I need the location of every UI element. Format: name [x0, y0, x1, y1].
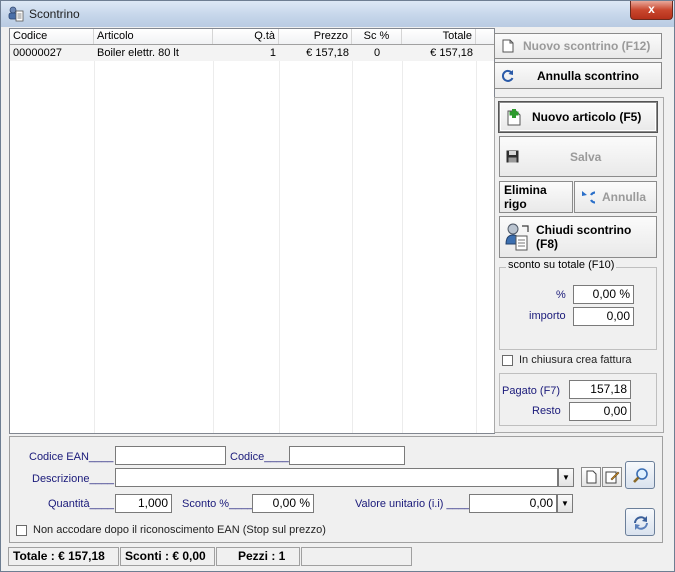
column-header-prezzo[interactable]: Prezzo [279, 29, 352, 44]
cancel-receipt-button[interactable]: Annulla scontrino [494, 62, 662, 89]
quantity-input[interactable]: 1,000 [115, 494, 172, 513]
discount-percent-entry-input[interactable]: 0,00 % [252, 494, 314, 513]
cell-articolo: Boiler elettr. 80 lt [97, 47, 179, 59]
discount-amount-label: importo [529, 310, 566, 322]
receipt-grid[interactable]: Codice Articolo Q.tà Prezzo Sc % Totale … [9, 28, 495, 434]
column-header-totale[interactable]: Totale [402, 29, 476, 44]
chevron-down-icon: ▼ [561, 499, 569, 508]
change-label: Resto [532, 405, 561, 417]
table-row[interactable]: 00000027 Boiler elettr. 80 lt 1 € 157,18… [10, 45, 494, 61]
edit-document-icon [605, 471, 620, 484]
redo-icon [582, 191, 595, 204]
description-dropdown-button[interactable]: ▼ [558, 468, 574, 487]
stop-on-price-checkbox[interactable] [16, 525, 27, 536]
code-label: Codice____ [230, 451, 289, 463]
save-button[interactable]: Salva [499, 136, 657, 177]
ean-code-label: Codice EAN____ [29, 451, 114, 463]
new-document-icon [586, 470, 597, 484]
paid-label: Pagato (F7) [502, 385, 561, 397]
description-label: Descrizione____ [32, 473, 114, 485]
create-invoice-label: In chiusura crea fattura [519, 354, 632, 366]
paid-input[interactable]: 157,18 [569, 380, 631, 399]
cell-quantita: 1 [269, 47, 276, 59]
stop-on-price-label: Non accodare dopo il riconoscimento EAN … [33, 524, 326, 536]
search-product-button[interactable] [625, 461, 655, 489]
undo-icon [501, 69, 514, 82]
grid-header: Codice Articolo Q.tà Prezzo Sc % Totale [10, 29, 494, 45]
chevron-down-icon: ▼ [562, 473, 570, 482]
change-input[interactable]: 0,00 [569, 402, 631, 421]
ean-code-input[interactable] [115, 446, 226, 465]
cell-sconto: 0 [373, 47, 381, 59]
column-header-codice[interactable]: Codice [10, 29, 94, 44]
close-receipt-button[interactable]: Chiudi scontrino (F8) [499, 216, 657, 258]
new-document-icon [502, 39, 514, 53]
new-product-button[interactable] [581, 467, 601, 487]
title-bar: Scontrino x [1, 1, 674, 27]
new-receipt-label: Nuovo scontrino (F12) [523, 39, 651, 53]
discount-percent-input[interactable]: 0,00 % [573, 285, 634, 304]
refresh-button[interactable] [625, 508, 655, 536]
receipt-app-icon [8, 6, 24, 22]
cashier-icon [505, 223, 529, 251]
description-input[interactable] [115, 468, 558, 487]
discount-percent-entry-label: Sconto %____ [182, 498, 254, 510]
new-item-icon [507, 109, 521, 126]
new-item-label: Nuovo articolo (F5) [532, 110, 642, 124]
cancel-row-button[interactable]: Annulla [574, 181, 657, 213]
cell-codice: 00000027 [13, 47, 62, 59]
new-item-button[interactable]: Nuovo articolo (F5) [499, 102, 657, 132]
discount-group-title: sconto su totale (F10) [506, 259, 617, 271]
quantity-label: Quantità____ [48, 498, 115, 510]
close-window-button[interactable]: x [630, 1, 673, 20]
unit-price-input[interactable]: 0,00 [469, 494, 557, 513]
discount-amount-input[interactable]: 0,00 [573, 307, 634, 326]
cancel-receipt-label: Annulla scontrino [537, 68, 639, 83]
close-icon: x [648, 2, 655, 16]
refresh-icon [634, 516, 648, 530]
cancel-row-label: Annulla [602, 190, 646, 204]
floppy-disk-icon [506, 150, 519, 163]
cell-prezzo: € 157,18 [306, 47, 349, 59]
edit-product-button[interactable] [602, 467, 622, 487]
close-receipt-label: Chiudi scontrino (F8) [536, 223, 632, 251]
status-pieces: Pezzi : 1 [216, 547, 300, 566]
status-total: Totale : € 157,18 [8, 547, 119, 566]
unit-price-dropdown-button[interactable]: ▼ [557, 494, 573, 513]
cell-totale: € 157,18 [430, 47, 473, 59]
column-header-sconto[interactable]: Sc % [352, 29, 402, 44]
discount-percent-label: % [556, 289, 566, 301]
delete-row-button[interactable]: Elimina rigo [499, 181, 573, 213]
new-receipt-button[interactable]: Nuovo scontrino (F12) [494, 33, 662, 59]
create-invoice-checkbox[interactable] [502, 355, 513, 366]
code-input[interactable] [289, 446, 405, 465]
delete-row-label: Elimina rigo [504, 183, 547, 211]
status-bar: Totale : € 157,18 Sconti : € 0,00 Pezzi … [6, 545, 669, 567]
client-area: Codice Articolo Q.tà Prezzo Sc % Totale … [6, 27, 669, 567]
scontrino-window: Scontrino x Codice Articolo Q.tà Prezzo … [0, 0, 675, 572]
save-label: Salva [570, 149, 602, 164]
status-discounts: Sconti : € 0,00 [120, 547, 215, 566]
window-title: Scontrino [29, 7, 80, 21]
status-extra [301, 547, 412, 566]
column-header-quantita[interactable]: Q.tà [213, 29, 279, 44]
unit-price-label: Valore unitario (i.i) ____ [355, 498, 471, 510]
column-header-articolo[interactable]: Articolo [94, 29, 213, 44]
magnifier-icon [633, 468, 648, 483]
